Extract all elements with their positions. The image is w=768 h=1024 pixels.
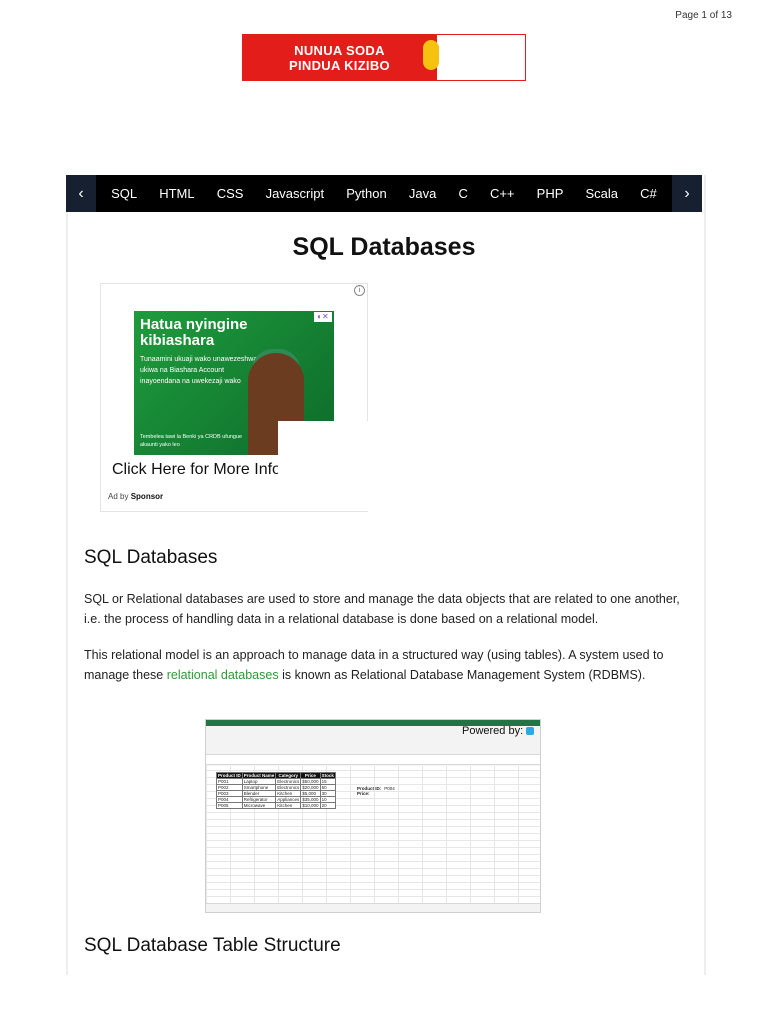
nav-item-csharp[interactable]: C#: [640, 186, 657, 201]
nav-item-css[interactable]: CSS: [217, 186, 244, 201]
nav-item-php[interactable]: PHP: [537, 186, 564, 201]
ad-close-icon[interactable]: ◐✕: [314, 312, 332, 322]
nav-prev-arrow-icon[interactable]: ‹: [66, 175, 96, 212]
spreadsheet-status-bar: [206, 903, 540, 912]
nav-item-html[interactable]: HTML: [159, 186, 194, 201]
nav-item-python[interactable]: Python: [346, 186, 386, 201]
nav-next-arrow-icon[interactable]: ›: [672, 175, 702, 212]
bottle-cap-icon: [423, 40, 439, 70]
ad-blank-area: [278, 421, 368, 511]
table-header: Product Name: [241, 772, 277, 779]
top-banner-ad[interactable]: NUNUA SODA PINDUA KIZIBO: [242, 34, 526, 81]
table-cell: $20,000: [300, 784, 321, 791]
lookup-value: P004: [384, 786, 395, 791]
relational-databases-link[interactable]: relational databases: [167, 668, 279, 682]
top-ad-blank: [437, 34, 526, 81]
ad-body-text: Tunaamini ukuaji wako unawezeshwa ukiwa …: [140, 356, 258, 385]
nav-item-sql[interactable]: SQL: [111, 186, 137, 201]
table-header: Product ID: [216, 772, 243, 779]
spreadsheet-screenshot: Product ID Product Name Category Price S…: [205, 719, 541, 913]
ad-info-icon[interactable]: i: [354, 285, 365, 296]
spreadsheet-formula-bar: [206, 755, 540, 765]
paragraph-text-after-link: is known as Relational Database Manageme…: [278, 668, 646, 682]
section-heading-table-structure: SQL Database Table Structure: [84, 935, 341, 956]
table-header: Stock: [319, 772, 336, 779]
paragraph-relational-model: This relational model is an approach to …: [84, 645, 688, 685]
ad-headline: Hatua nyingine kibiashara: [140, 316, 248, 349]
table-cell: $50,000: [300, 778, 321, 785]
paragraph-intro: SQL or Relational databases are used to …: [84, 592, 680, 626]
ad-attribution: Ad by Sponsor: [108, 492, 163, 501]
spreadsheet-lookup-block: Product ID: P004 Price:: [357, 786, 395, 796]
table-cell: Appliances: [275, 796, 302, 803]
ad-by-name: Sponsor: [130, 492, 164, 501]
powered-by-badge: Powered by:: [462, 725, 535, 737]
page-title: SQL Databases: [292, 233, 476, 261]
table-cell: P005: [216, 802, 243, 809]
top-ad-line1: NUNUA SODA: [294, 42, 385, 58]
table-cell: Kitchen: [275, 802, 302, 809]
table-cell: $10,000: [300, 802, 321, 809]
spreadsheet-product-table: Product ID Product Name Category Price S…: [216, 772, 336, 809]
nav-item-java[interactable]: Java: [409, 186, 436, 201]
top-ad-line2: PINDUA KIZIBO: [289, 57, 390, 73]
table-cell: $35,000: [300, 796, 321, 803]
table-cell: Electronics: [275, 778, 302, 785]
table-cell: 20: [319, 802, 336, 809]
top-ad-text-block: NUNUA SODA PINDUA KIZIBO: [242, 34, 439, 81]
nav-item-cpp[interactable]: C++: [490, 186, 515, 201]
section-heading-sql-databases: SQL Databases: [84, 547, 218, 568]
ad-by-prefix: Ad by: [108, 492, 129, 501]
nav-item-c[interactable]: C: [458, 186, 467, 201]
nav-item-scala[interactable]: Scala: [586, 186, 619, 201]
table-cell: Electronics: [275, 784, 302, 791]
table-cell: Microwave: [241, 802, 277, 809]
nav-items: SQL HTML CSS Javascript Python Java C C+…: [96, 186, 672, 201]
lookup-row-price: Price:: [357, 791, 395, 796]
nav-item-javascript[interactable]: Javascript: [266, 186, 325, 201]
lookup-label: Price:: [357, 791, 370, 796]
table-row: P005 Microwave Kitchen $10,000 20: [216, 802, 336, 809]
powered-by-logo-icon: [526, 727, 535, 735]
ad-cta-link[interactable]: Click Here for More Info: [112, 461, 278, 479]
powered-by-text: Powered by:: [462, 725, 524, 737]
sponsored-ad[interactable]: i Hatua nyingine kibiashara Tunaamini uk…: [100, 283, 368, 512]
ad-footer-text: Tembelea tawi la Benki ya CRDB ufungue a…: [140, 434, 243, 448]
page-indicator: Page 1 of 13: [675, 10, 732, 21]
table-header: Category: [275, 772, 302, 779]
language-nav-bar: ‹ SQL HTML CSS Javascript Python Java C …: [66, 175, 702, 212]
